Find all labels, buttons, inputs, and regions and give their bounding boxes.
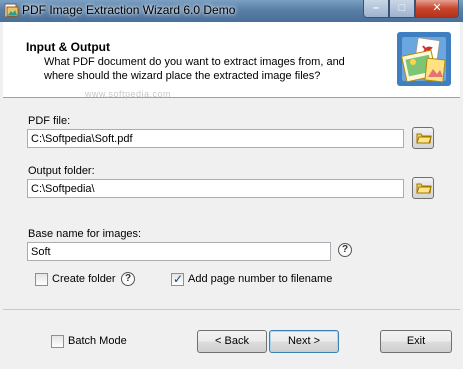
footer-divider: [3, 309, 460, 310]
create-folder-help-icon[interactable]: ?: [121, 272, 135, 286]
pdf-file-browse-button[interactable]: [412, 127, 434, 149]
add-page-number-checkbox[interactable]: ✓: [171, 272, 184, 286]
close-icon: ✕: [432, 2, 442, 14]
pdf-file-label: PDF file:: [28, 115, 71, 127]
minimize-button[interactable]: –: [363, 0, 389, 18]
page-description: What PDF document do you want to extract…: [44, 56, 345, 82]
window-title: PDF Image Extraction Wizard 6.0 Demo: [22, 3, 236, 17]
output-folder-label: Output folder:: [28, 165, 95, 177]
next-button[interactable]: Next >: [269, 330, 339, 353]
output-folder-input[interactable]: C:\Softpedia\: [27, 179, 404, 198]
wizard-window: PDF Image Extraction Wizard 6.0 Demo – □…: [0, 0, 463, 369]
add-page-number-label[interactable]: Add page number to filename: [188, 273, 332, 285]
base-name-help-icon[interactable]: ?: [338, 243, 352, 257]
page-title: Input & Output: [26, 40, 110, 54]
folder-icon: [416, 133, 432, 144]
title-bar[interactable]: PDF Image Extraction Wizard 6.0 Demo – □…: [0, 0, 463, 22]
pdf-file-input[interactable]: C:\Softpedia\Soft.pdf: [27, 129, 404, 148]
checkmark-icon: ✓: [173, 272, 184, 286]
pdf-images-icon: [397, 32, 451, 86]
create-folder-checkbox[interactable]: [35, 273, 48, 286]
minimize-icon: –: [372, 2, 380, 14]
base-name-input[interactable]: Soft: [27, 242, 331, 261]
output-folder-browse-button[interactable]: [412, 177, 434, 199]
exit-button[interactable]: Exit: [380, 330, 452, 353]
back-button[interactable]: < Back: [197, 330, 267, 353]
close-button[interactable]: ✕: [415, 0, 459, 18]
batch-mode-checkbox[interactable]: [51, 335, 64, 348]
maximize-icon: □: [398, 2, 406, 14]
create-folder-label[interactable]: Create folder: [52, 273, 116, 285]
folder-icon: [416, 183, 432, 194]
base-name-label: Base name for images:: [28, 228, 142, 240]
batch-mode-label[interactable]: Batch Mode: [68, 335, 127, 347]
watermark: www.softpedia.com: [85, 89, 172, 99]
wizard-header: Input & Output What PDF document do you …: [3, 22, 460, 99]
maximize-button[interactable]: □: [389, 0, 415, 18]
app-icon: [4, 3, 19, 18]
